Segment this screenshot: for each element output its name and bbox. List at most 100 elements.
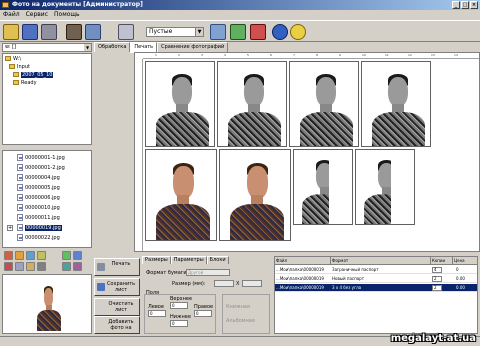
size-height-input[interactable] [242,280,262,287]
photo-new-passport-2[interactable] [219,149,291,241]
chevron-down-icon: ▼ [195,28,203,36]
brightness-icon[interactable] [37,251,46,260]
file-item[interactable]: 00000001-2.jpg [17,164,65,171]
rotate-icon[interactable] [26,251,35,260]
window-controls: _ □ × [452,1,478,9]
vertical-ruler [135,59,143,251]
tree-node-root[interactable]: W:\ [5,56,21,63]
col-copies[interactable]: Копии [431,257,453,265]
undo-icon[interactable] [73,262,82,271]
camera-icon[interactable] [66,24,82,40]
print-canvas[interactable]: 1 2 3 4 5 6 7 8 9 10 11 12 13 14 [134,52,480,252]
portrait-radio[interactable]: Книжная [226,304,250,310]
right-margin-input[interactable]: 0 [194,310,212,317]
tab-sizes[interactable]: Размеры [142,256,171,264]
table-row-selected[interactable]: ...Мои\папка\00000019 3 x 4 без угла 2 0… [275,284,477,292]
table-row[interactable]: ...Мои\папка\00000019 Заграничный паспор… [275,266,477,274]
image-file-icon [17,184,23,191]
minimize-button[interactable]: _ [452,1,460,9]
paper-format-select[interactable]: Другой [186,269,230,276]
file-item-selected[interactable]: 00000019.jpg [17,224,62,231]
title-bar: Фото на документы [Администратор] _ □ × [0,0,480,10]
red-eye-icon[interactable] [4,262,13,271]
photo-3x4-1[interactable] [293,149,353,225]
file-item[interactable]: 00000011.jpg [17,214,60,221]
image-file-icon [17,174,23,181]
col-file[interactable]: Файл [275,257,331,265]
color-icon[interactable] [26,262,35,271]
copies-stepper[interactable]: 2 [432,276,442,282]
photo-passport-1[interactable] [145,61,215,147]
open-folder-icon[interactable] [3,24,19,40]
close-button[interactable]: × [470,1,478,9]
top-margin-input[interactable]: 0 [170,302,188,309]
info-icon[interactable] [272,24,288,40]
expand-icon[interactable]: + [7,225,13,231]
add-photo-button[interactable]: Добавить фото на [94,316,140,334]
crop-icon[interactable] [4,251,13,260]
app-icon [2,2,9,8]
photo-passport-3[interactable] [289,61,359,147]
menu-service[interactable]: Сервис [26,10,48,20]
help-icon[interactable] [290,24,306,40]
save-icon [97,283,105,291]
save-sheet-button[interactable]: Сохранить лист [94,278,140,296]
template-select[interactable]: Пустые ▼ [146,27,204,37]
tree-node-ready[interactable]: Ready [13,80,37,87]
tab-compare[interactable]: Сравнение фотографий [157,42,229,52]
add-photo-icon[interactable] [230,24,246,40]
maximize-button[interactable]: □ [461,1,469,9]
file-item[interactable]: 00000005.jpg [17,184,60,191]
tab-blocks[interactable]: Блоки [206,256,229,264]
flip-icon[interactable] [62,262,71,271]
zoom-out-icon[interactable] [73,251,82,260]
order-table: Файл Формат Копии Цена ...Мои\папка\0000… [274,256,478,334]
delete-photo-icon[interactable] [250,24,266,40]
menu-help[interactable]: Помощь [54,10,80,20]
watermark: megalayt.at.ua [390,333,476,344]
file-item[interactable]: 00000001-1.jpg [17,154,65,161]
photo-passport-2[interactable] [217,61,287,147]
drive-select[interactable]: w: [] ▼ [2,43,92,52]
tab-parameters[interactable]: Параметры [170,256,207,264]
landscape-radio[interactable]: Альбомная [226,318,255,324]
tab-processing[interactable]: Обработка [94,42,131,52]
orientation-group [222,294,270,334]
copies-stepper[interactable]: 2 [432,285,442,291]
clear-sheet-button[interactable]: Очистить лист [94,298,140,316]
scanner-icon[interactable] [85,24,101,40]
image-file-icon [17,204,23,211]
size-by-label: X [236,281,240,287]
tree-node-input[interactable]: Input [9,64,30,71]
photo-passport-4[interactable] [361,61,431,147]
menu-file[interactable]: Файл [3,10,20,20]
col-price[interactable]: Цена [453,257,479,265]
contrast-icon[interactable] [15,262,24,271]
action-buttons: Печать Сохранить лист Очистить лист Доба… [94,252,140,336]
col-format[interactable]: Формат [331,257,431,265]
file-item[interactable]: 00000006.jpg [17,194,60,201]
print-button[interactable]: Печать [94,258,140,276]
photo-3x4-2[interactable] [355,149,415,225]
table-row[interactable]: ...Мои\папка\00000019 Новый паспорт 2 0.… [275,275,477,283]
copy-photo-icon[interactable] [210,24,226,40]
brush-icon[interactable] [15,251,24,260]
grayscale-icon[interactable] [37,262,46,271]
save-template-icon[interactable] [118,24,134,40]
save-icon[interactable] [22,24,38,40]
folder-tree: W:\ Input 2007_05_10 Ready [2,53,92,145]
size-width-input[interactable] [214,280,234,287]
bottom-margin-input[interactable]: 0 [170,320,188,327]
file-item[interactable]: 00000022.jpg [17,234,60,241]
print-icon[interactable] [41,24,57,40]
paper-format-label: Формат бумаги [146,270,187,276]
printer-icon [97,263,105,271]
tree-node-date[interactable]: 2007_05_10 [13,72,54,79]
copies-stepper[interactable]: 4 [432,267,442,273]
photo-new-passport-1[interactable] [145,149,217,241]
folder-icon [13,72,19,77]
left-margin-input[interactable]: 0 [148,310,166,317]
zoom-in-icon[interactable] [62,251,71,260]
file-item[interactable]: 00000010.jpg [17,204,60,211]
file-item[interactable]: 00000004.jpg [17,174,60,181]
